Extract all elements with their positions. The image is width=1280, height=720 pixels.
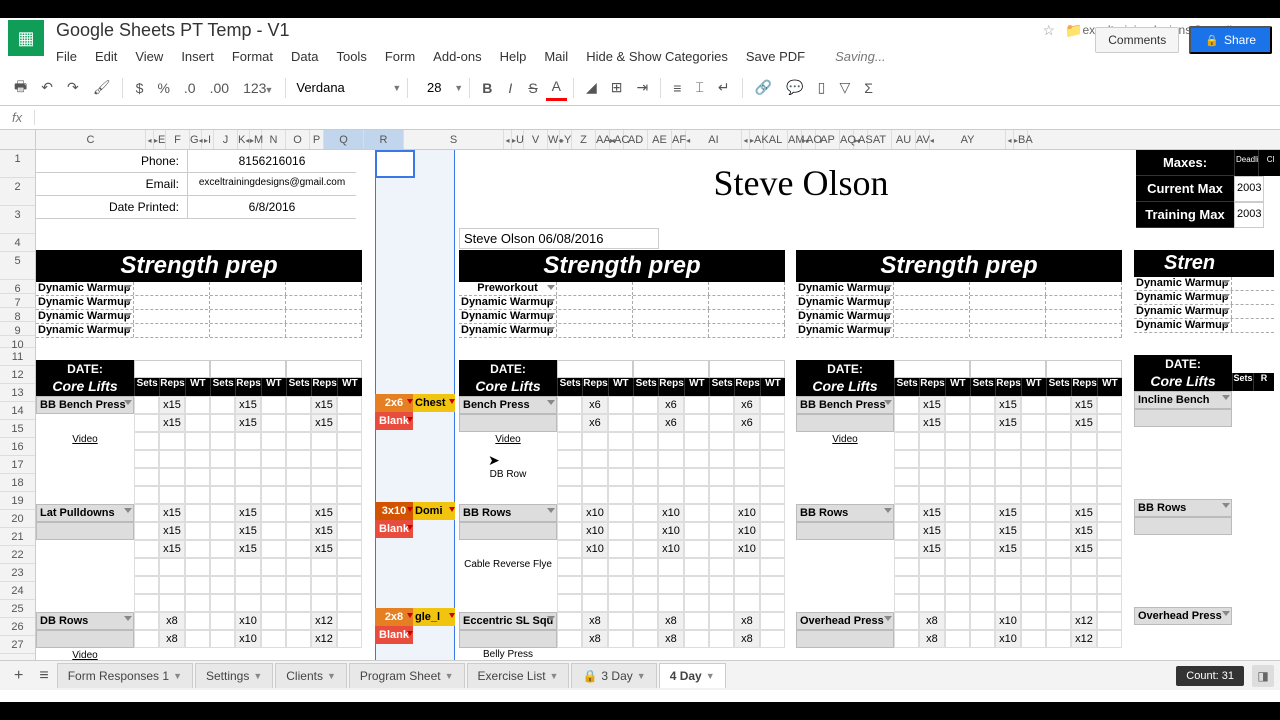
toolbar: 🖶 ↶ ↷ 🖌 $ % .0 .00 123▼ Verdana▼ 28▼ B I… — [0, 70, 1280, 106]
tab-program-sheet[interactable]: Program Sheet▼ — [349, 663, 465, 688]
wrap-icon[interactable]: ↵ — [712, 75, 736, 100]
workout-block-4: Stren Dynamic Warmup Dynamic Warmup Dyna… — [1134, 250, 1274, 625]
dec-increase-icon[interactable]: .00 — [204, 76, 235, 100]
share-button[interactable]: 🔒Share — [1189, 26, 1272, 54]
video-link[interactable]: Video — [36, 432, 134, 450]
menu-mail[interactable]: Mail — [536, 45, 576, 68]
percent-icon[interactable]: % — [151, 76, 175, 100]
currency-icon[interactable]: $ — [129, 76, 149, 100]
formula-input[interactable] — [35, 108, 1280, 127]
functions-icon[interactable]: Σ — [858, 76, 879, 100]
menu-insert[interactable]: Insert — [173, 45, 222, 68]
workout-block-1: Strength prep Dynamic Warmup Dynamic War… — [36, 250, 362, 660]
date-stamp[interactable]: Steve Olson 06/08/2016 — [459, 228, 659, 249]
font-select[interactable]: Verdana — [292, 78, 392, 97]
font-size[interactable]: 28 — [414, 80, 454, 95]
date-printed-label: Date Printed: — [36, 196, 188, 218]
maxes-block: Maxes:DeadliCl Current Max2003 Training … — [1136, 150, 1280, 228]
text-color-icon[interactable]: A — [546, 74, 567, 101]
workout-block-2: Strength prep Preworkout Dynamic Warmup … — [459, 250, 785, 660]
bold-icon[interactable]: B — [476, 76, 498, 100]
menu-view[interactable]: View — [127, 45, 171, 68]
strike-icon[interactable]: S — [522, 76, 543, 100]
active-cell[interactable] — [375, 150, 415, 178]
menu-addons[interactable]: Add-ons — [425, 45, 489, 68]
menu-format[interactable]: Format — [224, 45, 281, 68]
menu-help[interactable]: Help — [492, 45, 535, 68]
folder-icon[interactable]: 📁 — [1065, 22, 1082, 39]
doc-title[interactable]: Google Sheets PT Temp - V1 — [56, 20, 1033, 41]
menu-data[interactable]: Data — [283, 45, 326, 68]
print-icon[interactable]: 🖶 — [8, 72, 33, 104]
menu-tools[interactable]: Tools — [328, 45, 374, 68]
sheets-logo[interactable]: ▦ — [8, 20, 44, 56]
tab-clients[interactable]: Clients▼ — [275, 663, 347, 688]
tabs-bar: + ≡ Form Responses 1▼ Settings▼ Clients▼… — [0, 660, 1280, 690]
filter-icon[interactable]: ▽ — [833, 75, 856, 100]
explore-icon[interactable]: ◨ — [1252, 665, 1274, 687]
client-name[interactable]: Steve Olson — [459, 150, 1144, 216]
merge-icon[interactable]: ⇥ — [631, 75, 655, 100]
tab-3day[interactable]: 🔒3 Day▼ — [571, 663, 656, 688]
picker-column: 2x6Chest Blank — [375, 394, 455, 430]
chart-icon[interactable]: ▯ — [811, 75, 831, 100]
dec-decrease-icon[interactable]: .0 — [178, 76, 202, 100]
more-formats-icon[interactable]: 123▼ — [237, 76, 279, 100]
fill-color-icon[interactable]: ◢ — [580, 75, 603, 100]
menubar: File Edit View Insert Format Data Tools … — [0, 42, 1280, 70]
select-all-corner[interactable] — [0, 130, 36, 149]
phone-value[interactable]: 8156216016 — [188, 150, 356, 172]
star-icon[interactable]: ☆ — [1043, 22, 1056, 39]
phone-label: Phone: — [36, 150, 188, 172]
menu-hideshow[interactable]: Hide & Show Categories — [578, 45, 736, 68]
tab-settings[interactable]: Settings▼ — [195, 663, 273, 688]
cells-area[interactable]: Phone:8156216016 Email:exceltrainingdesi… — [36, 150, 1280, 660]
date-printed-value[interactable]: 6/8/2016 — [188, 196, 356, 218]
row-headers[interactable]: 1234 5678910 1112131415161718 1920212223… — [0, 150, 36, 660]
tab-exercise-list[interactable]: Exercise List▼ — [467, 663, 570, 688]
comment-icon[interactable]: 💬 — [780, 75, 809, 100]
menu-file[interactable]: File — [48, 45, 85, 68]
add-sheet-icon[interactable]: + — [6, 663, 31, 689]
menu-savepdf[interactable]: Save PDF — [738, 45, 813, 68]
count-display[interactable]: Count: 31 — [1176, 666, 1244, 686]
email-label: Email: — [36, 173, 188, 195]
lock-icon: 🔒 — [1205, 34, 1219, 47]
tab-form-responses[interactable]: Form Responses 1▼ — [57, 663, 193, 688]
tab-4day[interactable]: 4 Day▼ — [659, 663, 726, 688]
italic-icon[interactable]: I — [500, 76, 520, 100]
redo-icon[interactable]: ↷ — [61, 75, 85, 100]
saving-status: Saving... — [827, 45, 894, 68]
workout-block-3: Strength prep Dynamic Warmup Dynamic War… — [796, 250, 1122, 648]
fx-label: fx — [0, 110, 35, 125]
lock-icon: 🔒 — [582, 669, 597, 683]
comments-button[interactable]: Comments — [1095, 27, 1179, 53]
menu-edit[interactable]: Edit — [87, 45, 125, 68]
valign-icon[interactable]: ⌶ — [689, 75, 709, 100]
all-sheets-icon[interactable]: ≡ — [31, 663, 56, 689]
halign-icon[interactable]: ≡ — [667, 76, 687, 100]
borders-icon[interactable]: ⊞ — [605, 75, 629, 100]
paint-format-icon[interactable]: 🖌 — [87, 75, 117, 100]
undo-icon[interactable]: ↶ — [35, 75, 59, 100]
menu-form[interactable]: Form — [377, 45, 423, 68]
link-icon[interactable]: 🔗 — [749, 75, 778, 100]
column-headers[interactable]: C ◂ ▸E F G◂ ▸I J K◂ ▸M N O P Q R S ◂ ▸U … — [0, 130, 1280, 150]
email-value[interactable]: exceltrainingdesigns@gmail.com — [188, 173, 356, 195]
